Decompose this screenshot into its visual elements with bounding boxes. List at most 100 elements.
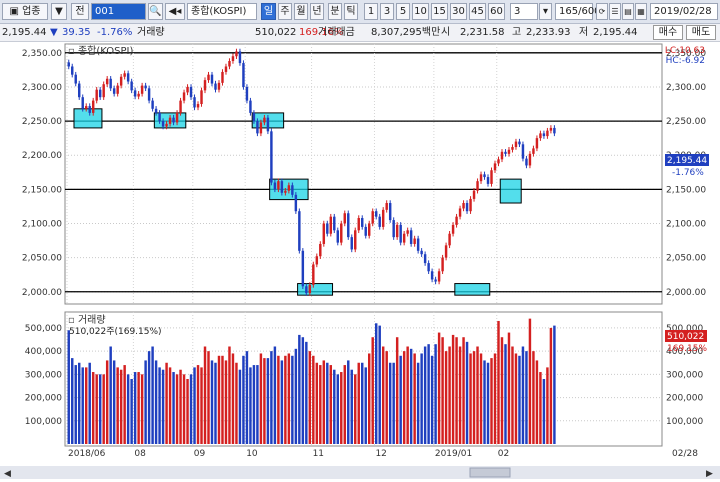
type-selector[interactable]: 전 [71,3,89,20]
calendar-icon[interactable]: ▦ [635,3,647,20]
volume-bar [497,320,500,444]
volume-tick-label-right: 100,000 [666,417,703,427]
volume-bar [399,355,402,444]
scrollbar-thumb[interactable] [469,467,511,478]
date-field[interactable]: 2019/02/28 [650,3,718,20]
period-day-button[interactable]: 일 [261,3,276,20]
volume-bar [228,346,231,444]
candle-body [71,66,74,75]
volume-bar [374,323,378,444]
volume-bar [500,337,504,444]
amount-value: 8,307,295백만 [371,27,441,38]
market-selector[interactable]: ▣ 업종 [2,3,48,20]
volume-bar [137,372,140,444]
volume-bar [280,360,284,444]
price-tick-label-left: 2,300.00 [22,83,62,93]
volume-bar [305,341,308,444]
candle-body [521,144,525,159]
volume-bar [203,346,207,444]
candle-body [444,245,448,258]
interval-30-button[interactable]: 30 [450,3,467,20]
period-week-button[interactable]: 주 [278,3,292,20]
x-tick-label: 10 [246,449,258,459]
candle-body [98,89,102,98]
volume-bar [102,374,105,444]
candle-body [242,63,245,87]
volume-bar [371,337,374,444]
candle-body [193,97,196,108]
volume-bar [161,369,165,444]
market-label: 업종 [22,6,41,17]
period-year-button[interactable]: 년 [310,3,324,20]
interval-10-button[interactable]: 10 [412,3,429,20]
candle-body [406,230,409,234]
candle-body [284,190,287,193]
interval-5-button[interactable]: 5 [396,3,410,20]
horizontal-scrollbar[interactable] [0,466,720,479]
interval-dropdown-icon[interactable]: ▾ [539,3,552,20]
market-dropdown-icon[interactable]: ▼ [51,3,67,20]
period-tick-button[interactable]: 틱 [344,3,358,20]
candle-body [154,108,158,113]
candle-body [210,74,214,84]
legend-square-icon: ▫ [68,46,78,57]
interval-45-button[interactable]: 45 [469,3,486,20]
stock-chart[interactable]: 2,350.00 2,350.002,300.00 2,300.002,250.00… [0,42,720,479]
save-icon[interactable]: ▤ [622,3,634,20]
candle-body [109,78,112,89]
candle-body [507,149,511,154]
candle-body [413,238,416,244]
volume-bar [84,367,88,444]
interval-3-button[interactable]: 3 [380,3,394,20]
volume-bar [525,351,528,444]
volume-bar [207,351,210,444]
price-panel-title-text: 종합(KOSPI) [78,45,134,57]
interval-1-button[interactable]: 1 [364,3,378,20]
x-tick-label: 2019/01 [435,449,472,459]
x-tick-label: 02/28 [672,449,698,459]
volume-bar [333,369,336,444]
volume-bar [319,365,322,444]
refresh-icon[interactable]: ⟳ [596,3,608,20]
volume-bar [172,372,175,444]
count-field[interactable]: 165/600 [555,3,601,20]
candle-body [486,177,490,184]
volume-bar [312,355,315,444]
volume-bar [210,360,214,444]
scroll-left-icon[interactable]: ◀ [4,469,11,479]
volume-bar [455,337,458,444]
speaker-icon[interactable]: ◀◂ [165,3,185,20]
candle-body [448,233,451,246]
code-input[interactable]: 001 [91,3,146,20]
volume-bar [535,360,539,444]
candle-body [172,117,175,123]
interval-60-button[interactable]: 60 [488,3,505,20]
high-label: 고 [512,27,522,38]
volume-bar [504,344,507,444]
scroll-right-icon[interactable]: ▶ [706,469,713,479]
volume-bar [546,367,549,444]
candle-body [315,256,319,265]
search-icon[interactable]: 🔍 [148,3,163,20]
volume-bar [388,362,392,444]
settings-icon[interactable]: ☰ [609,3,621,20]
candle-body [161,121,165,127]
volume-bar [409,348,413,444]
buy-button[interactable]: 매수 [653,25,683,40]
period-month-button[interactable]: 월 [294,3,308,20]
volume-bar [123,365,126,444]
volume-bar [462,337,465,444]
interval-input[interactable]: 3 [510,3,538,20]
period-minute-button[interactable]: 분 [328,3,342,20]
volume-bar [378,325,381,444]
candle-body [374,211,378,217]
down-arrow-icon: ▼ [50,27,58,38]
volume-value-text: 510,022주(169.15%) [69,326,162,337]
interval-15-button[interactable]: 15 [431,3,448,20]
current-volume-pct: 169.15% [667,344,707,354]
candle-body [322,223,326,244]
price-tick-label-left: 2,350.00 [22,49,62,59]
candle-body [437,271,441,282]
sell-button[interactable]: 매도 [686,25,716,40]
chart-area[interactable]: 2,350.00 2,350.00 2,300.00 2,300.00 2,250.00… [0,42,720,479]
